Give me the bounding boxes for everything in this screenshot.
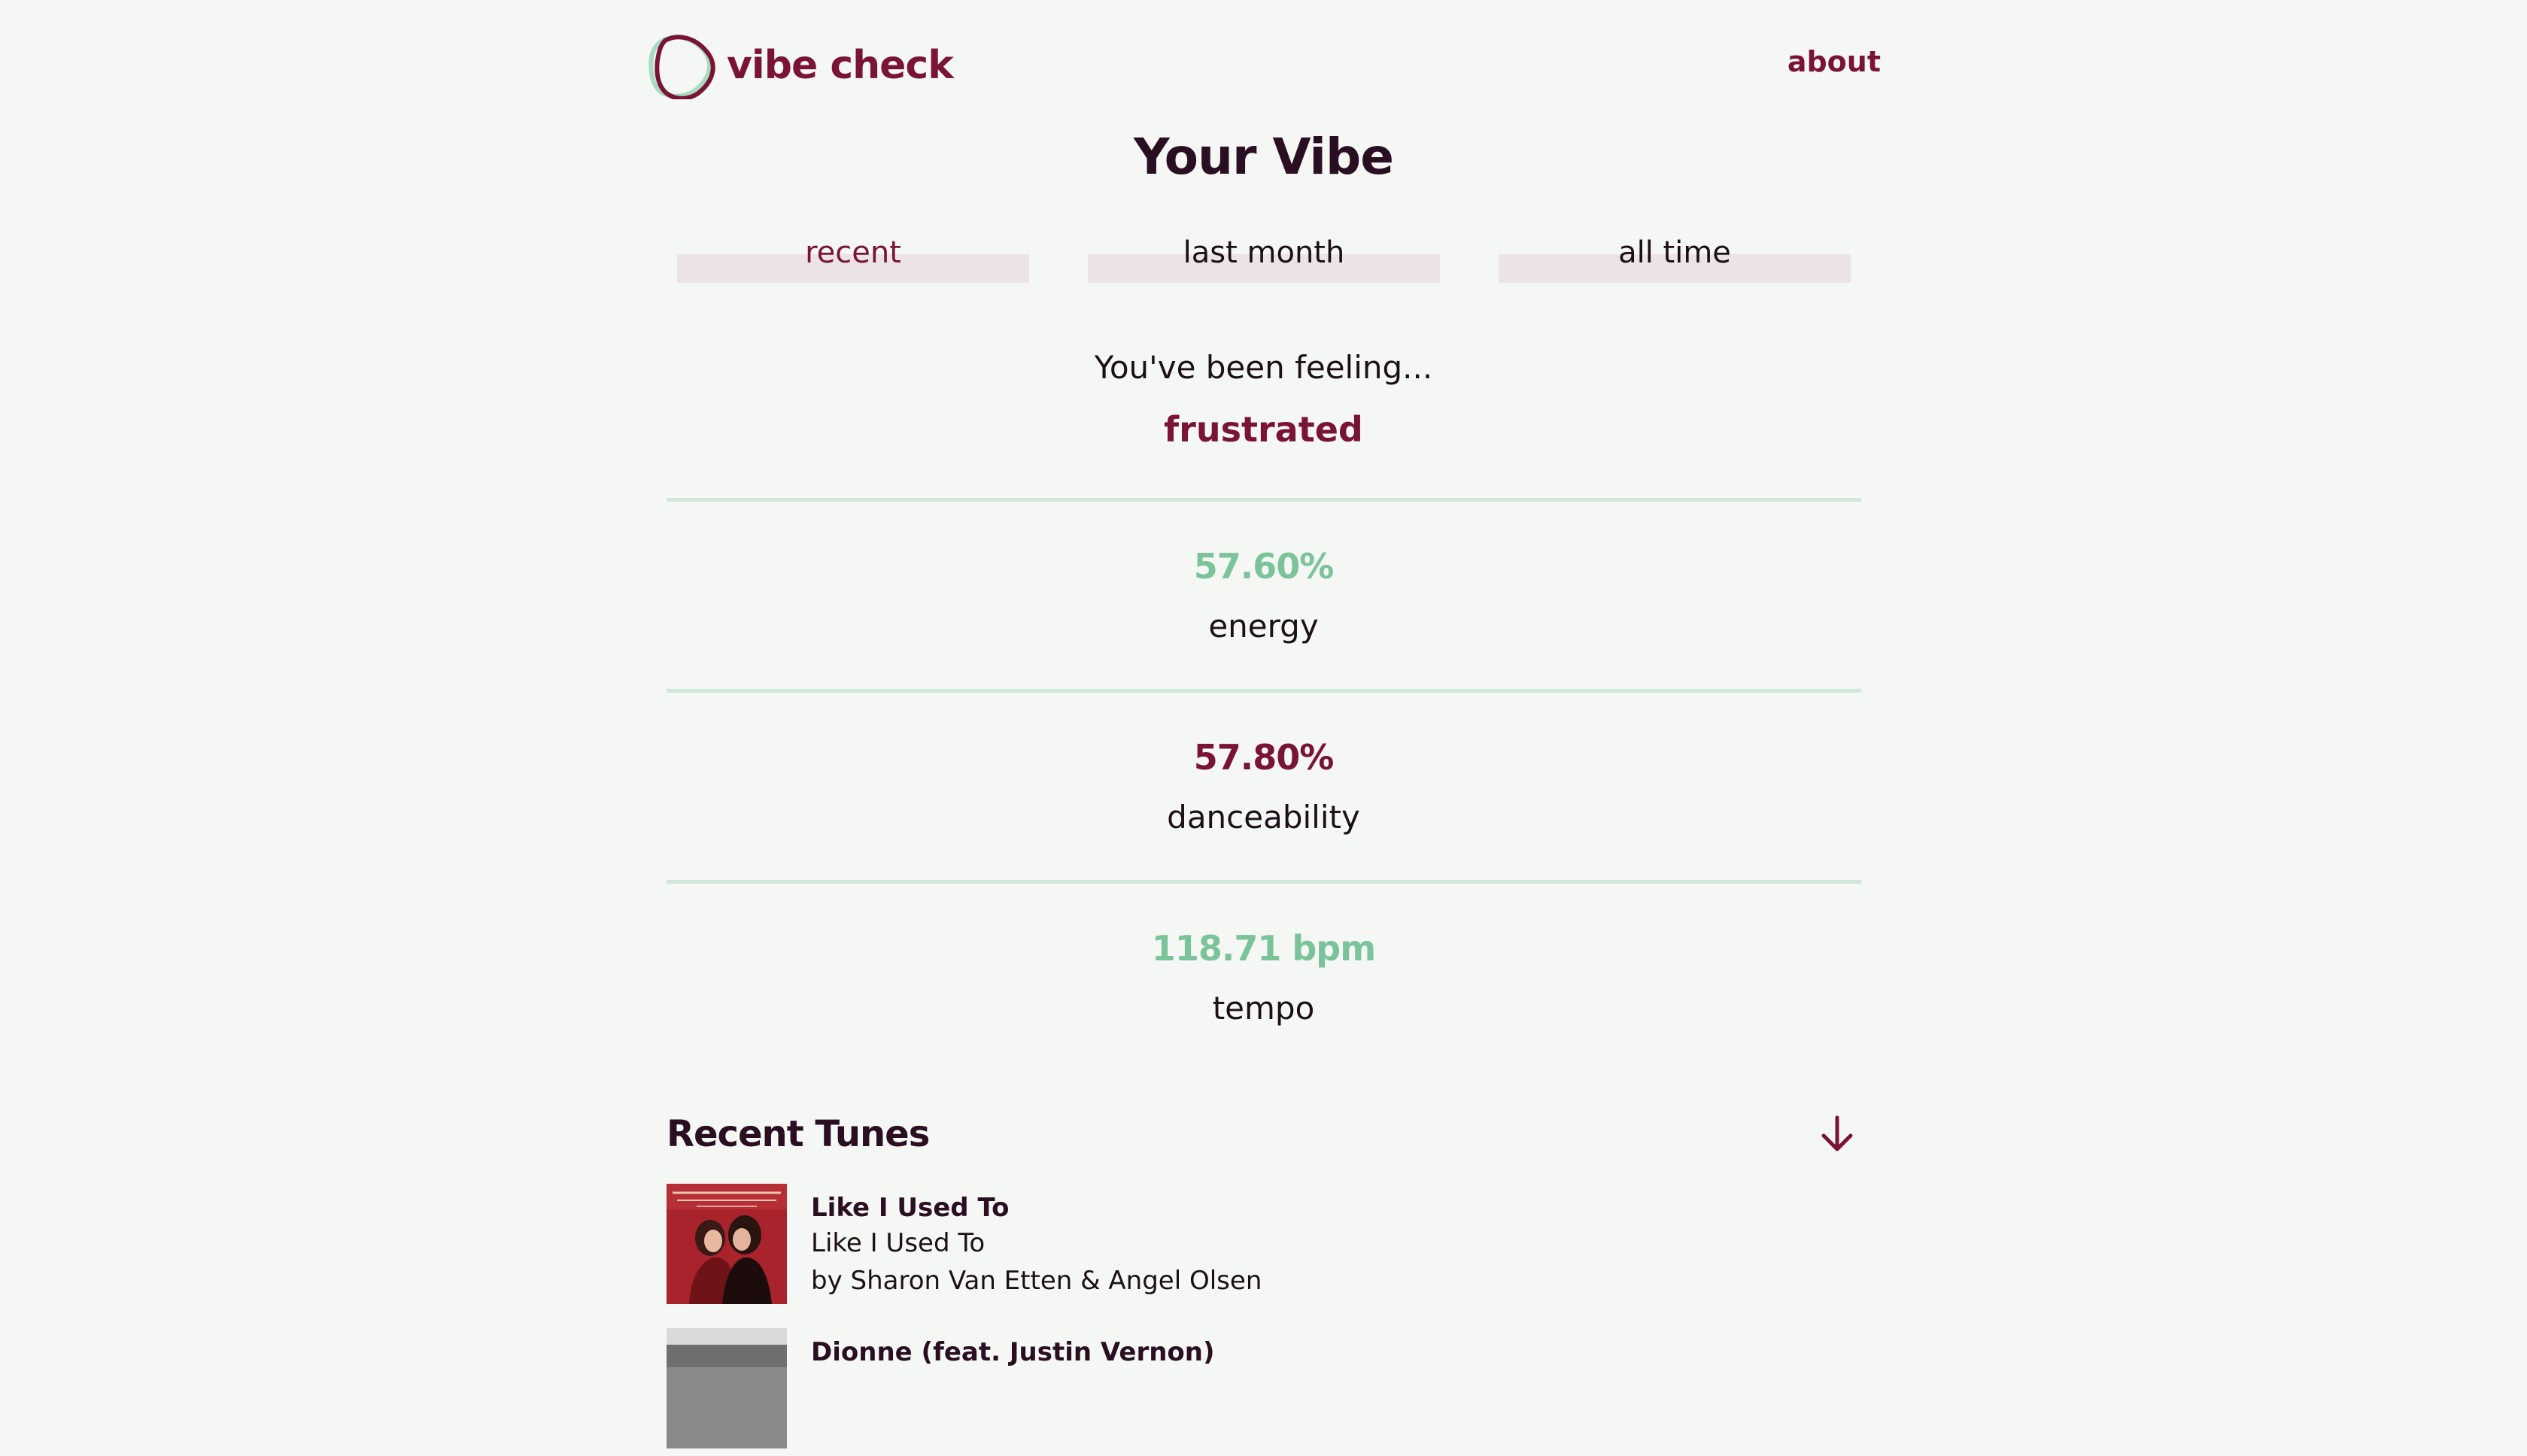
scroll-down-button[interactable]	[1816, 1112, 1858, 1157]
tab-label: last month	[1183, 235, 1345, 270]
header: vibe check about	[647, 29, 1881, 104]
tab-label: all time	[1618, 235, 1731, 270]
tempo-value: 118.71 bpm	[1151, 928, 1376, 969]
blob-logo-icon	[648, 35, 715, 99]
album-art	[667, 1184, 787, 1304]
track-item[interactable]: Dionne (feat. Justin Vernon)	[667, 1328, 1720, 1456]
brand-name: vibe check	[727, 43, 954, 88]
track-item[interactable]: Like I Used To Like I Used To by Sharon …	[667, 1184, 1720, 1312]
tab-label: recent	[805, 235, 901, 270]
track-artist: by Sharon Van Etten & Angel Olsen	[811, 1266, 1262, 1296]
recent-tunes-heading: Recent Tunes	[667, 1113, 930, 1155]
divider	[667, 689, 1861, 693]
track-title: Dionne (feat. Justin Vernon)	[811, 1337, 1215, 1367]
track-info: Dionne (feat. Justin Vernon)	[811, 1336, 1215, 1369]
tab-last-month[interactable]: last month	[1088, 230, 1440, 284]
energy-value: 57.60%	[1193, 546, 1335, 587]
page: vibe check about Your Vibe recent last m…	[0, 0, 2527, 1448]
arrow-down-icon	[1821, 1115, 1853, 1151]
danceability-value: 57.80%	[1193, 737, 1335, 778]
feeling-value: frustrated	[1164, 409, 1363, 450]
energy-label: energy	[1208, 608, 1319, 645]
about-link[interactable]: about	[1787, 45, 1881, 78]
track-title: Like I Used To	[811, 1193, 1010, 1223]
danceability-label: danceability	[1167, 799, 1360, 836]
track-album: Like I Used To	[811, 1228, 986, 1258]
page-title: Your Vibe	[1133, 128, 1394, 186]
divider	[667, 498, 1861, 502]
home-logo-link[interactable]: vibe check	[647, 32, 954, 99]
album-art	[667, 1328, 787, 1448]
tab-recent[interactable]: recent	[677, 230, 1029, 284]
tempo-label: tempo	[1212, 990, 1315, 1027]
feeling-intro: You've been feeling...	[1094, 349, 1433, 386]
divider	[667, 880, 1861, 884]
tab-all-time[interactable]: all time	[1499, 230, 1851, 284]
track-info: Like I Used To Like I Used To by Sharon …	[811, 1191, 1262, 1300]
